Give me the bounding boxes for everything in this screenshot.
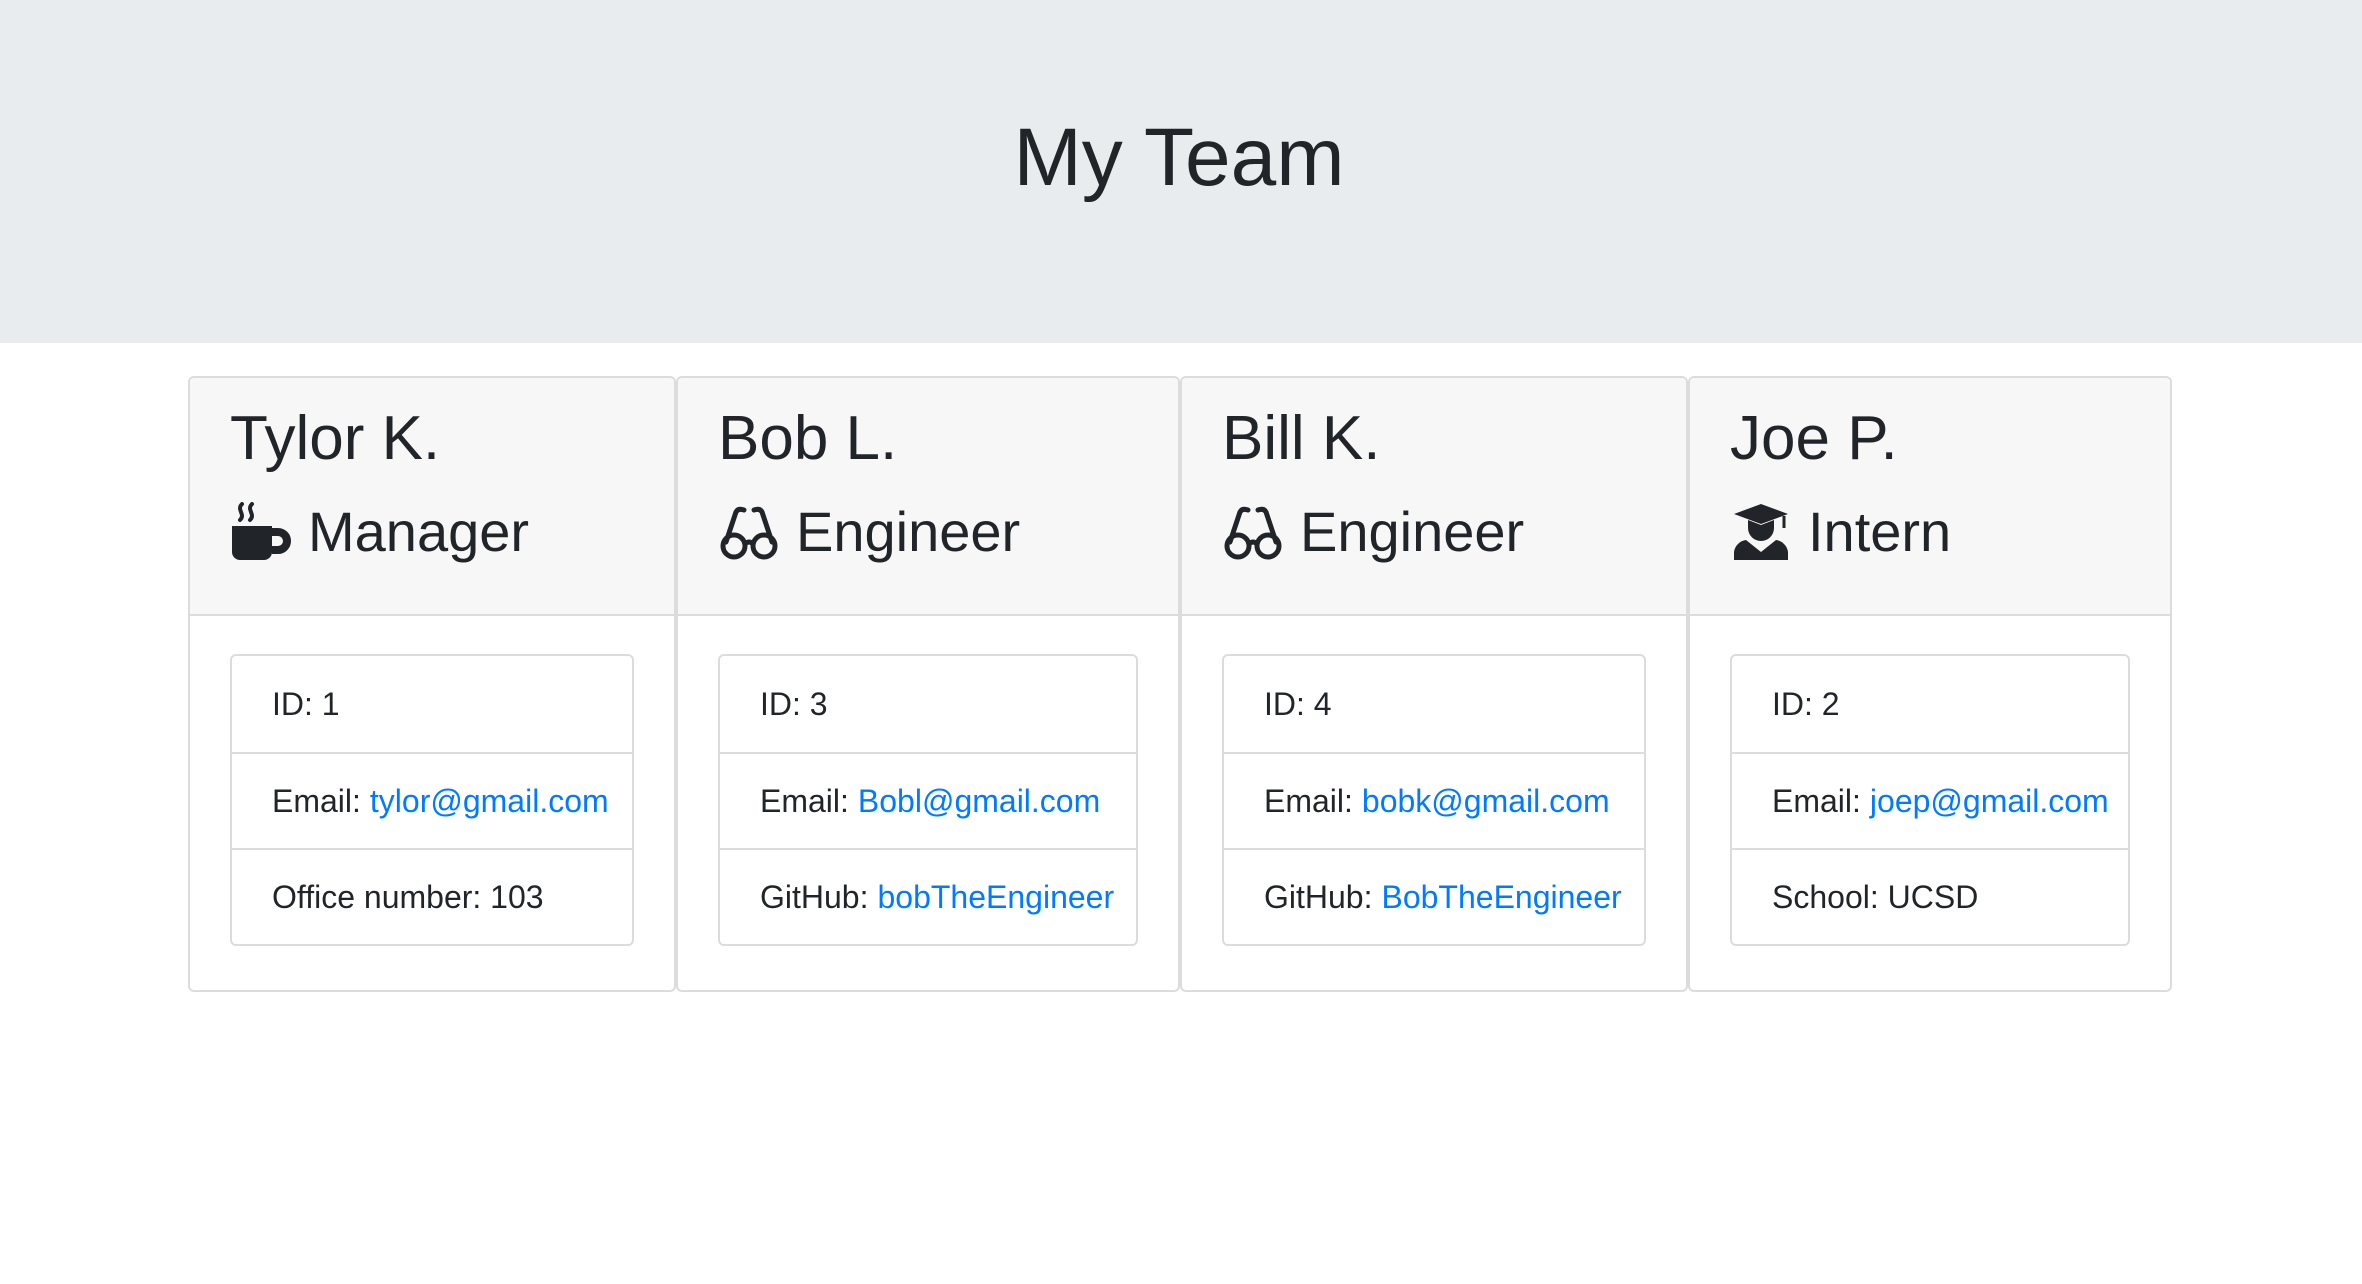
employee-name: Bob L. bbox=[718, 404, 898, 473]
details-list: ID: 2 Email: joep@gmail.com School: UCSD bbox=[1730, 654, 2130, 946]
id-text: ID: 3 bbox=[760, 685, 828, 722]
employee-role: Engineer bbox=[718, 502, 1178, 562]
id-row: ID: 2 bbox=[1732, 656, 2128, 752]
jumbotron-header: My Team bbox=[0, 0, 2362, 343]
card-header: Tylor K. Manager bbox=[190, 378, 674, 616]
email-link[interactable]: bobk@gmail.com bbox=[1362, 783, 1610, 820]
card-body: ID: 1 Email: tylor@gmail.com Office numb… bbox=[190, 616, 674, 946]
card-header: Joe P. Intern bbox=[1690, 378, 2170, 616]
employee-name: Bill K. bbox=[1222, 404, 1381, 473]
email-row: Email: joep@gmail.com bbox=[1732, 752, 2128, 848]
card-header: Bob L. Engineer bbox=[678, 378, 1178, 616]
office-number-row: Office number: 103 bbox=[232, 848, 632, 944]
employee-card-engineer: Bob L. Engineer ID: 3 Email: Bobl@gmail.… bbox=[676, 376, 1180, 992]
role-label: Engineer bbox=[1300, 500, 1525, 563]
id-text: ID: 4 bbox=[1264, 685, 1332, 722]
github-label: GitHub: bbox=[760, 878, 869, 915]
role-label: Intern bbox=[1808, 500, 1952, 563]
id-text: ID: 2 bbox=[1772, 685, 1840, 722]
school-row: School: UCSD bbox=[1732, 848, 2128, 944]
employee-card-manager: Tylor K. Manager ID: 1 Email: tylor@gmai… bbox=[188, 376, 676, 992]
glasses-icon bbox=[1222, 502, 1284, 562]
details-list: ID: 3 Email: Bobl@gmail.com GitHub: bobT… bbox=[718, 654, 1138, 946]
email-row: Email: Bobl@gmail.com bbox=[720, 752, 1136, 848]
email-link[interactable]: joep@gmail.com bbox=[1870, 783, 2109, 820]
email-link[interactable]: Bobl@gmail.com bbox=[858, 783, 1100, 820]
employee-card-engineer: Bill K. Engineer ID: 4 Email: bobk@gmail… bbox=[1180, 376, 1688, 992]
glasses-icon bbox=[718, 502, 780, 562]
email-link[interactable]: tylor@gmail.com bbox=[370, 783, 609, 820]
email-label: Email: bbox=[1264, 782, 1353, 819]
employee-card-intern: Joe P. Intern ID: 2 Email: joep@gmail.co… bbox=[1688, 376, 2172, 992]
github-link[interactable]: bobTheEngineer bbox=[877, 879, 1114, 916]
graduate-icon bbox=[1730, 502, 1792, 562]
id-row: ID: 4 bbox=[1224, 656, 1644, 752]
email-label: Email: bbox=[272, 782, 361, 819]
employee-name: Joe P. bbox=[1730, 404, 1898, 473]
employee-name: Tylor K. bbox=[230, 404, 441, 473]
email-label: Email: bbox=[760, 782, 849, 819]
role-label: Manager bbox=[308, 500, 530, 563]
id-text: ID: 1 bbox=[272, 685, 340, 722]
email-row: Email: tylor@gmail.com bbox=[232, 752, 632, 848]
email-label: Email: bbox=[1772, 782, 1861, 819]
card-header: Bill K. Engineer bbox=[1182, 378, 1686, 616]
employee-role: Manager bbox=[230, 502, 674, 562]
github-row: GitHub: bobTheEngineer bbox=[720, 848, 1136, 944]
role-label: Engineer bbox=[796, 500, 1021, 563]
id-row: ID: 3 bbox=[720, 656, 1136, 752]
github-label: GitHub: bbox=[1264, 878, 1373, 915]
details-list: ID: 4 Email: bobk@gmail.com GitHub: BobT… bbox=[1222, 654, 1646, 946]
page-title: My Team bbox=[1013, 111, 1345, 203]
employee-role: Engineer bbox=[1222, 502, 1686, 562]
github-row: GitHub: BobTheEngineer bbox=[1224, 848, 1644, 944]
employee-role: Intern bbox=[1730, 502, 2170, 562]
card-body: ID: 2 Email: joep@gmail.com School: UCSD bbox=[1690, 616, 2170, 946]
school-text: School: UCSD bbox=[1772, 878, 1979, 915]
team-cards: Tylor K. Manager ID: 1 Email: tylor@gmai… bbox=[0, 343, 2362, 1284]
office-number-text: Office number: 103 bbox=[272, 878, 544, 915]
coffee-icon bbox=[230, 502, 292, 562]
email-row: Email: bobk@gmail.com bbox=[1224, 752, 1644, 848]
details-list: ID: 1 Email: tylor@gmail.com Office numb… bbox=[230, 654, 634, 946]
id-row: ID: 1 bbox=[232, 656, 632, 752]
card-body: ID: 4 Email: bobk@gmail.com GitHub: BobT… bbox=[1182, 616, 1686, 946]
card-body: ID: 3 Email: Bobl@gmail.com GitHub: bobT… bbox=[678, 616, 1178, 946]
github-link[interactable]: BobTheEngineer bbox=[1381, 879, 1621, 916]
